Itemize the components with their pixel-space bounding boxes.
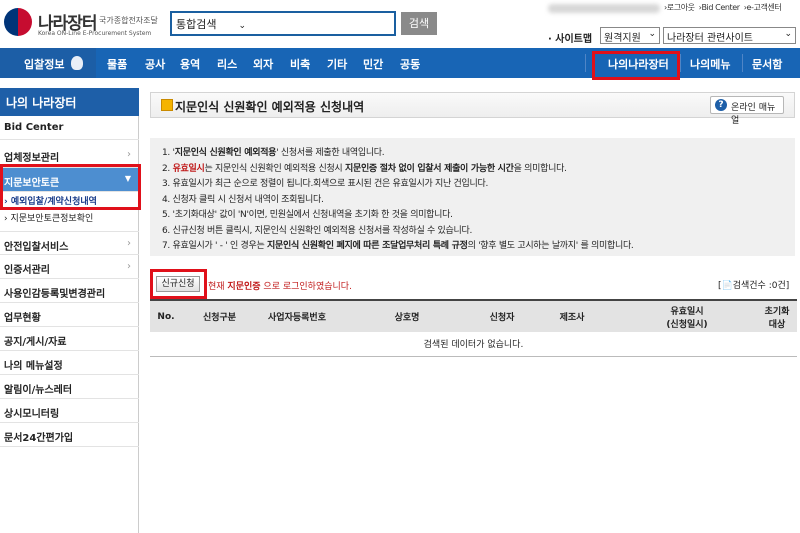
result-count: [📄검색건수 :0건] xyxy=(718,281,790,291)
nav-item-foreign[interactable]: 외자 xyxy=(253,56,273,72)
nav-document-box[interactable]: 문서함 xyxy=(752,56,782,72)
main-nav: 입찰정보 물품 공사 용역 리스 외자 비축 기타 민간 공동 나의나라장터 나… xyxy=(0,48,800,78)
page-header: 지문인식 신원확인 예외적용 신청내역 ? 온라인 매뉴얼 xyxy=(150,92,795,126)
online-manual-button[interactable]: ? 온라인 매뉴얼 xyxy=(710,96,784,126)
table-row: 검색된 데이터가 없습니다. xyxy=(150,332,797,357)
sidebar-item-safe-bidding[interactable]: 안전입찰서비스 › xyxy=(0,231,139,255)
column-header: No. xyxy=(150,299,182,332)
nav-item-private[interactable]: 민간 xyxy=(363,56,383,72)
notice-item: 1. '지문인식 신원확인 예외적용' 신청서를 제출한 내역입니다. xyxy=(162,148,385,158)
column-header: 초기화 대상 xyxy=(757,299,797,332)
search-box[interactable]: 통합검색 ⌄ xyxy=(170,11,396,36)
login-status-message: 현재 지문인증 으로 로그인하였습니다. xyxy=(208,282,352,292)
remote-support-select[interactable]: 원격지원 ⌄ xyxy=(600,27,660,44)
sidebar-item-doc24-signup[interactable]: 문서24간편가입 xyxy=(0,423,139,447)
notice-item: 7. 유효일시가 ' - ' 인 경우는 지문인식 신원확인 폐지에 따른 조달… xyxy=(162,241,634,251)
highlight-box-my-narajangteo xyxy=(592,51,680,80)
chevron-right-icon: › xyxy=(127,149,131,160)
sidebar-item-newsletter[interactable]: 알림이/뉴스레터 xyxy=(0,375,139,399)
top-links: ›로그아웃 ›Bid Center ›e-고객센터 xyxy=(664,2,785,13)
nav-item-stockpile[interactable]: 비축 xyxy=(290,56,310,72)
sidebar-title: 나의 나라장터 xyxy=(0,88,139,116)
memo-icon xyxy=(161,99,173,111)
notice-item: 6. 신규신청 버튼 클릭시, 지문인식 신원확인 예외적용 신청서를 작성하실… xyxy=(162,225,473,236)
customer-center-link[interactable]: ›e-고객센터 xyxy=(744,3,782,12)
sidebar-item-certificate[interactable]: 인증서관리 › xyxy=(0,255,139,279)
sidebar: 나의 나라장터 Bid Center 업체정보관리 › 지문보안토큰 ▼ › 예외입… xyxy=(0,88,139,533)
nav-item-lease[interactable]: 리스 xyxy=(217,56,237,72)
nav-divider xyxy=(585,54,586,72)
notice-item: 2. 유효일시는 지문인식 신원확인 예외적용 신청시 지문인증 절차 없이 입… xyxy=(162,163,567,174)
chevron-down-icon: ⌄ xyxy=(238,21,247,31)
nav-bid-info[interactable]: 입찰정보 xyxy=(0,48,96,78)
logo[interactable]: 나라장터 국가종합전자조달 Korea ON-Line E-Procuremen… xyxy=(4,8,164,38)
help-icon: ? xyxy=(715,99,727,111)
empty-message: 검색된 데이터가 없습니다. xyxy=(150,332,797,357)
page-title: 지문인식 신원확인 예외적용 신청내역 xyxy=(175,100,365,114)
highlight-box-new-application xyxy=(150,269,207,299)
sidebar-item-work-status[interactable]: 업무현황 xyxy=(0,303,139,327)
column-header: 제조사 xyxy=(527,299,617,332)
bid-center-link[interactable]: ›Bid Center xyxy=(699,3,740,12)
column-header: 사업자등록번호 xyxy=(257,299,337,332)
mouse-icon xyxy=(71,56,83,70)
notice-item: 4. 신청자 클릭 시 신청서 내역이 조회됩니다. xyxy=(162,194,324,205)
sidebar-subitem-token-info[interactable]: › 지문보안토큰정보확인 xyxy=(0,211,139,225)
notice-box: 1. '지문인식 신원확인 예외적용' 신청서를 제출한 내역입니다. 2. 유… xyxy=(150,138,795,256)
notice-item: 3. 유효일시가 최근 순으로 정렬이 됩니다.회색으로 표시된 건은 유효일시… xyxy=(162,179,488,189)
sitemap-link[interactable]: · 사이트맵 xyxy=(548,30,592,45)
sidebar-item-menu-settings[interactable]: 나의 메뉴설정 xyxy=(0,351,139,375)
sidebar-item-monitoring[interactable]: 상시모니터링 xyxy=(0,399,139,423)
related-sites-select[interactable]: 나라장터 관련사이트 ⌄ xyxy=(663,27,796,44)
highlight-box-fingerprint-token xyxy=(0,164,141,210)
nav-my-menu[interactable]: 나의메뉴 xyxy=(690,56,730,72)
user-info-blurred xyxy=(548,4,660,13)
logo-subtitle: 국가종합전자조달 xyxy=(99,16,158,25)
chevron-right-icon: › xyxy=(127,261,131,272)
government-emblem-icon xyxy=(4,8,32,36)
sidebar-item-notice-board[interactable]: 공지/게시/자료 xyxy=(0,327,139,351)
sidebar-item-bid-center[interactable]: Bid Center xyxy=(0,116,139,140)
column-header: 유효일시 (신청일시) xyxy=(617,299,757,332)
nav-item-service[interactable]: 용역 xyxy=(180,56,200,72)
chevron-right-icon: › xyxy=(127,238,131,249)
nav-item-construction[interactable]: 공사 xyxy=(145,56,165,72)
search-button[interactable]: 검색 xyxy=(401,12,437,35)
nav-divider xyxy=(742,54,743,72)
nav-divider xyxy=(680,54,681,72)
logo-english: Korea ON-Line E-Procurement System xyxy=(38,30,152,37)
column-header: 상호명 xyxy=(337,299,477,332)
sidebar-item-seal-registration[interactable]: 사용인감등록및변경관리 xyxy=(0,279,139,303)
notice-item: 5. '초기화대상' 값이 'N'이면, 민원실에서 신청내역을 초기화 한 것… xyxy=(162,210,453,220)
requests-table: No. 신청구분 사업자등록번호 상호명 신청자 제조사 유효일시 (신청일시)… xyxy=(150,299,797,357)
logout-link[interactable]: ›로그아웃 xyxy=(664,3,695,12)
nav-item-other[interactable]: 기타 xyxy=(327,56,347,72)
nav-item-joint[interactable]: 공동 xyxy=(400,56,420,72)
search-scope-select[interactable]: 통합검색 ⌄ xyxy=(176,16,246,32)
chevron-down-icon: ⌄ xyxy=(784,29,792,39)
column-header: 신청구분 xyxy=(182,299,257,332)
chevron-down-icon: ⌄ xyxy=(648,29,656,39)
nav-item-goods[interactable]: 물품 xyxy=(107,56,127,72)
column-header: 신청자 xyxy=(477,299,527,332)
